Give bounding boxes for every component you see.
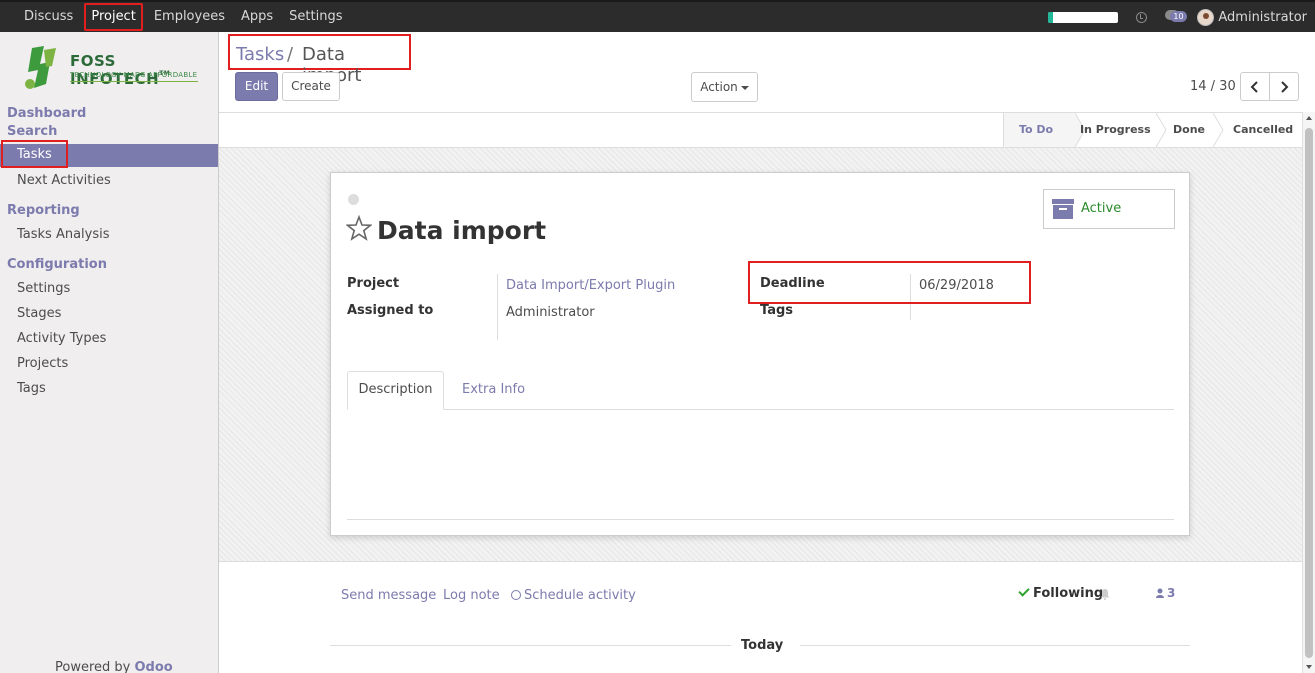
sidebar-item-tasks[interactable]: Tasks [0, 140, 218, 168]
active-label: Active [1081, 201, 1122, 216]
sidebar-item-settings[interactable]: Settings [17, 281, 70, 296]
caret-down-icon [740, 85, 749, 90]
stage-done[interactable]: Done [1173, 113, 1205, 147]
menu-discuss[interactable]: Discuss [16, 2, 81, 32]
scrollbar-thumb[interactable] [1305, 128, 1313, 658]
highlight-box-deadline [748, 261, 1031, 304]
bell-icon[interactable] [1100, 588, 1110, 600]
sidebar-search[interactable]: Search [7, 124, 57, 139]
description-field-bottom-line[interactable] [347, 519, 1174, 520]
clock-icon [511, 590, 521, 600]
sidebar: FOSS INFOTECHTM TECHNOLOGY MADE AFFORDAB… [0, 32, 219, 673]
logo-brand-text: FOSS INFOTECH [70, 52, 160, 88]
task-title: Data import [377, 216, 547, 245]
highlight-box-tasks [1, 140, 68, 168]
sidebar-item-next-activities[interactable]: Next Activities [17, 173, 111, 188]
sidebar-item-activity-types[interactable]: Activity Types [17, 331, 106, 346]
star-icon[interactable] [346, 215, 372, 241]
create-button[interactable]: Create [282, 72, 340, 101]
menu-settings[interactable]: Settings [281, 2, 350, 32]
stage-statusbar: To Do In Progress Done Cancelled [219, 112, 1302, 148]
check-icon [1018, 585, 1030, 597]
breadcrumb-tasks-link[interactable]: Tasks [236, 44, 284, 65]
messages-icon[interactable]: 10 [1165, 10, 1187, 24]
tab-extra-info[interactable]: Extra Info [462, 371, 525, 408]
onboarding-progress-bar[interactable] [1048, 11, 1119, 23]
user-icon [1156, 588, 1164, 598]
odoo-link[interactable]: Odoo [135, 660, 173, 673]
sidebar-item-stages[interactable]: Stages [17, 306, 61, 321]
breadcrumb-separator: / [287, 44, 294, 65]
logo-brand: FOSS INFOTECHTM [70, 52, 203, 88]
schedule-activity-label: Schedule activity [524, 588, 636, 603]
active-toggle-button[interactable]: Active [1043, 189, 1175, 229]
assigned-to-value[interactable]: Administrator [506, 305, 595, 320]
message-count-badge: 10 [1170, 11, 1187, 22]
form-sheet: Data import Active Project Data Import/E… [330, 172, 1190, 536]
action-dropdown[interactable]: Action [691, 72, 758, 102]
menu-apps[interactable]: Apps [233, 2, 281, 32]
logo-tagline: TECHNOLOGY MADE AFFORDABLE [70, 71, 198, 79]
stage-in-progress[interactable]: In Progress [1080, 113, 1151, 147]
today-divider-right [800, 645, 1190, 646]
user-avatar[interactable] [1197, 8, 1215, 26]
followers-button[interactable]: 3 [1156, 586, 1175, 600]
field-divider [497, 274, 498, 340]
pager-next-button[interactable] [1269, 72, 1299, 101]
tab-description[interactable]: Description [347, 371, 444, 410]
scroll-up-arrow-icon[interactable] [1306, 116, 1312, 120]
chevron-right-icon [1281, 81, 1289, 93]
progress-fill [1048, 11, 1053, 23]
followers-count: 3 [1167, 586, 1176, 600]
archive-icon [1052, 199, 1074, 219]
company-logo: FOSS INFOTECHTM TECHNOLOGY MADE AFFORDAB… [18, 44, 203, 94]
action-label: Action [700, 80, 738, 94]
scrollbar[interactable] [1302, 112, 1315, 673]
scroll-down-arrow-icon[interactable] [1306, 665, 1312, 669]
log-note-button[interactable]: Log note [443, 588, 500, 603]
sidebar-dashboard[interactable]: Dashboard [7, 106, 86, 121]
sidebar-item-projects[interactable]: Projects [17, 356, 68, 371]
send-message-button[interactable]: Send message [341, 588, 436, 603]
project-link[interactable]: Data Import/Export Plugin [506, 278, 675, 293]
following-label: Following [1033, 586, 1104, 601]
breadcrumb: Tasks / Data import [228, 34, 411, 86]
project-label: Project [347, 276, 400, 291]
sidebar-item-tasks-analysis[interactable]: Tasks Analysis [17, 227, 110, 242]
foss-infotech-logo-icon [25, 46, 56, 89]
sidebar-configuration: Configuration [7, 257, 107, 272]
pager-value[interactable]: 14 / 30 [1190, 79, 1236, 94]
sidebar-item-tags[interactable]: Tags [17, 381, 46, 396]
powered-by-text: Powered by [55, 660, 131, 673]
app-menu: Discuss Project Employees Apps Settings [16, 2, 350, 32]
chatter: Send message Log note Schedule activity … [219, 561, 1302, 673]
menu-project[interactable]: Project [84, 3, 143, 31]
systray: 10 Administrator [1048, 2, 1307, 32]
sidebar-reporting: Reporting [7, 203, 80, 218]
user-menu[interactable]: Administrator [1218, 10, 1307, 25]
stage-cancelled[interactable]: Cancelled [1233, 113, 1293, 147]
menu-employees[interactable]: Employees [146, 2, 233, 32]
today-label: Today [741, 638, 784, 653]
activity-clock-icon[interactable] [1136, 11, 1148, 23]
edit-button[interactable]: Edit [235, 72, 278, 101]
following-button[interactable]: Following [1018, 585, 1104, 601]
today-divider-left [330, 645, 731, 646]
schedule-activity-button[interactable]: Schedule activity [511, 588, 636, 603]
stage-to-do[interactable]: To Do [1003, 113, 1075, 147]
chevron-left-icon [1250, 81, 1258, 93]
tabs-divider [347, 409, 1174, 410]
logo-underline [70, 81, 198, 82]
top-navbar: Discuss Project Employees Apps Settings … [0, 0, 1315, 32]
tags-label: Tags [760, 303, 794, 318]
stage-separator [1213, 113, 1224, 147]
powered-by: Powered by Odoo [55, 660, 173, 673]
stage-separator [1156, 113, 1167, 147]
assigned-to-label: Assigned to [347, 303, 434, 318]
kanban-state-dot[interactable] [348, 194, 359, 205]
pager-previous-button[interactable] [1240, 72, 1270, 101]
